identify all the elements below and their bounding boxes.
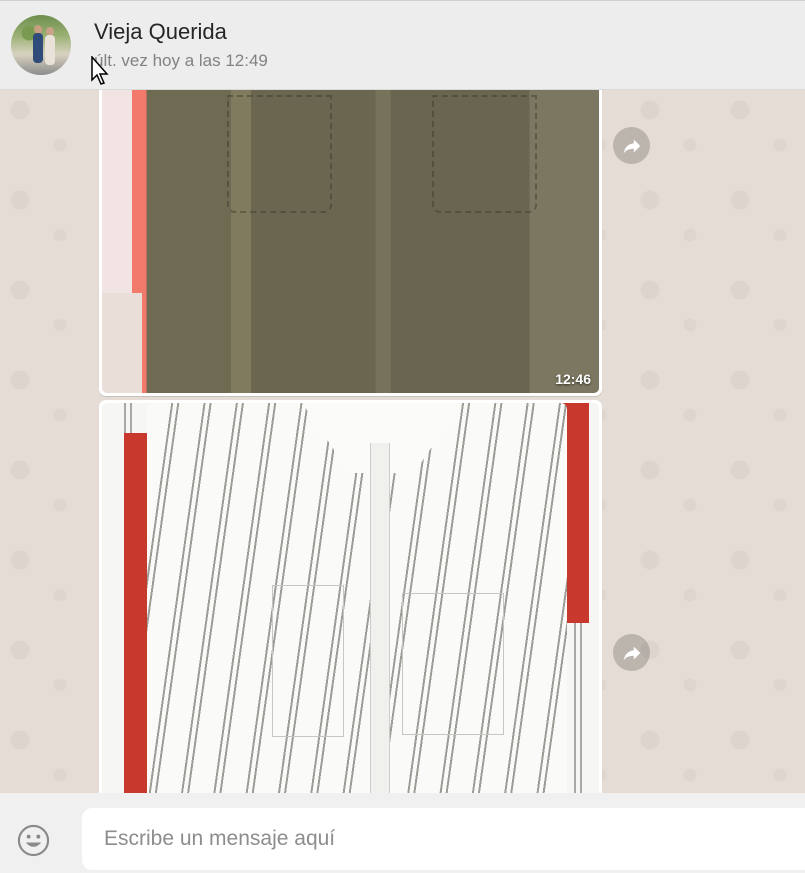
photo-pocket-right [402, 593, 504, 735]
photo-pocket-left [227, 95, 332, 213]
forward-icon [623, 139, 640, 153]
message-photo-striped-shirt[interactable] [102, 403, 599, 793]
contact-name[interactable]: Vieja Querida [94, 19, 227, 45]
avatar-person-body [33, 33, 43, 63]
chat-messages-pane[interactable]: 12:46 [0, 90, 805, 793]
message-photo-olive-shirt[interactable]: 12:46 [102, 90, 599, 393]
last-seen-status: últ. vez hoy a las 12:49 [94, 51, 268, 70]
message-timestamp: 12:46 [555, 371, 591, 387]
photo-shirt-placket [370, 443, 390, 793]
photo-pocket-left [272, 585, 344, 737]
chat-header: Vieja Querida últ. vez hoy a las 12:49 [0, 0, 805, 90]
forward-icon [623, 646, 640, 660]
message-input[interactable] [82, 808, 805, 870]
smiley-icon[interactable] [17, 824, 50, 857]
contact-avatar[interactable] [11, 15, 71, 75]
message-composer [0, 793, 805, 873]
forward-button[interactable] [613, 127, 650, 164]
image-message [99, 400, 602, 793]
image-message: 12:46 [99, 90, 602, 396]
photo-pocket-right [432, 95, 537, 213]
forward-button[interactable] [613, 634, 650, 671]
avatar-person-body [45, 35, 55, 65]
mouse-cursor-icon [91, 56, 109, 85]
photo-floor [102, 293, 142, 393]
